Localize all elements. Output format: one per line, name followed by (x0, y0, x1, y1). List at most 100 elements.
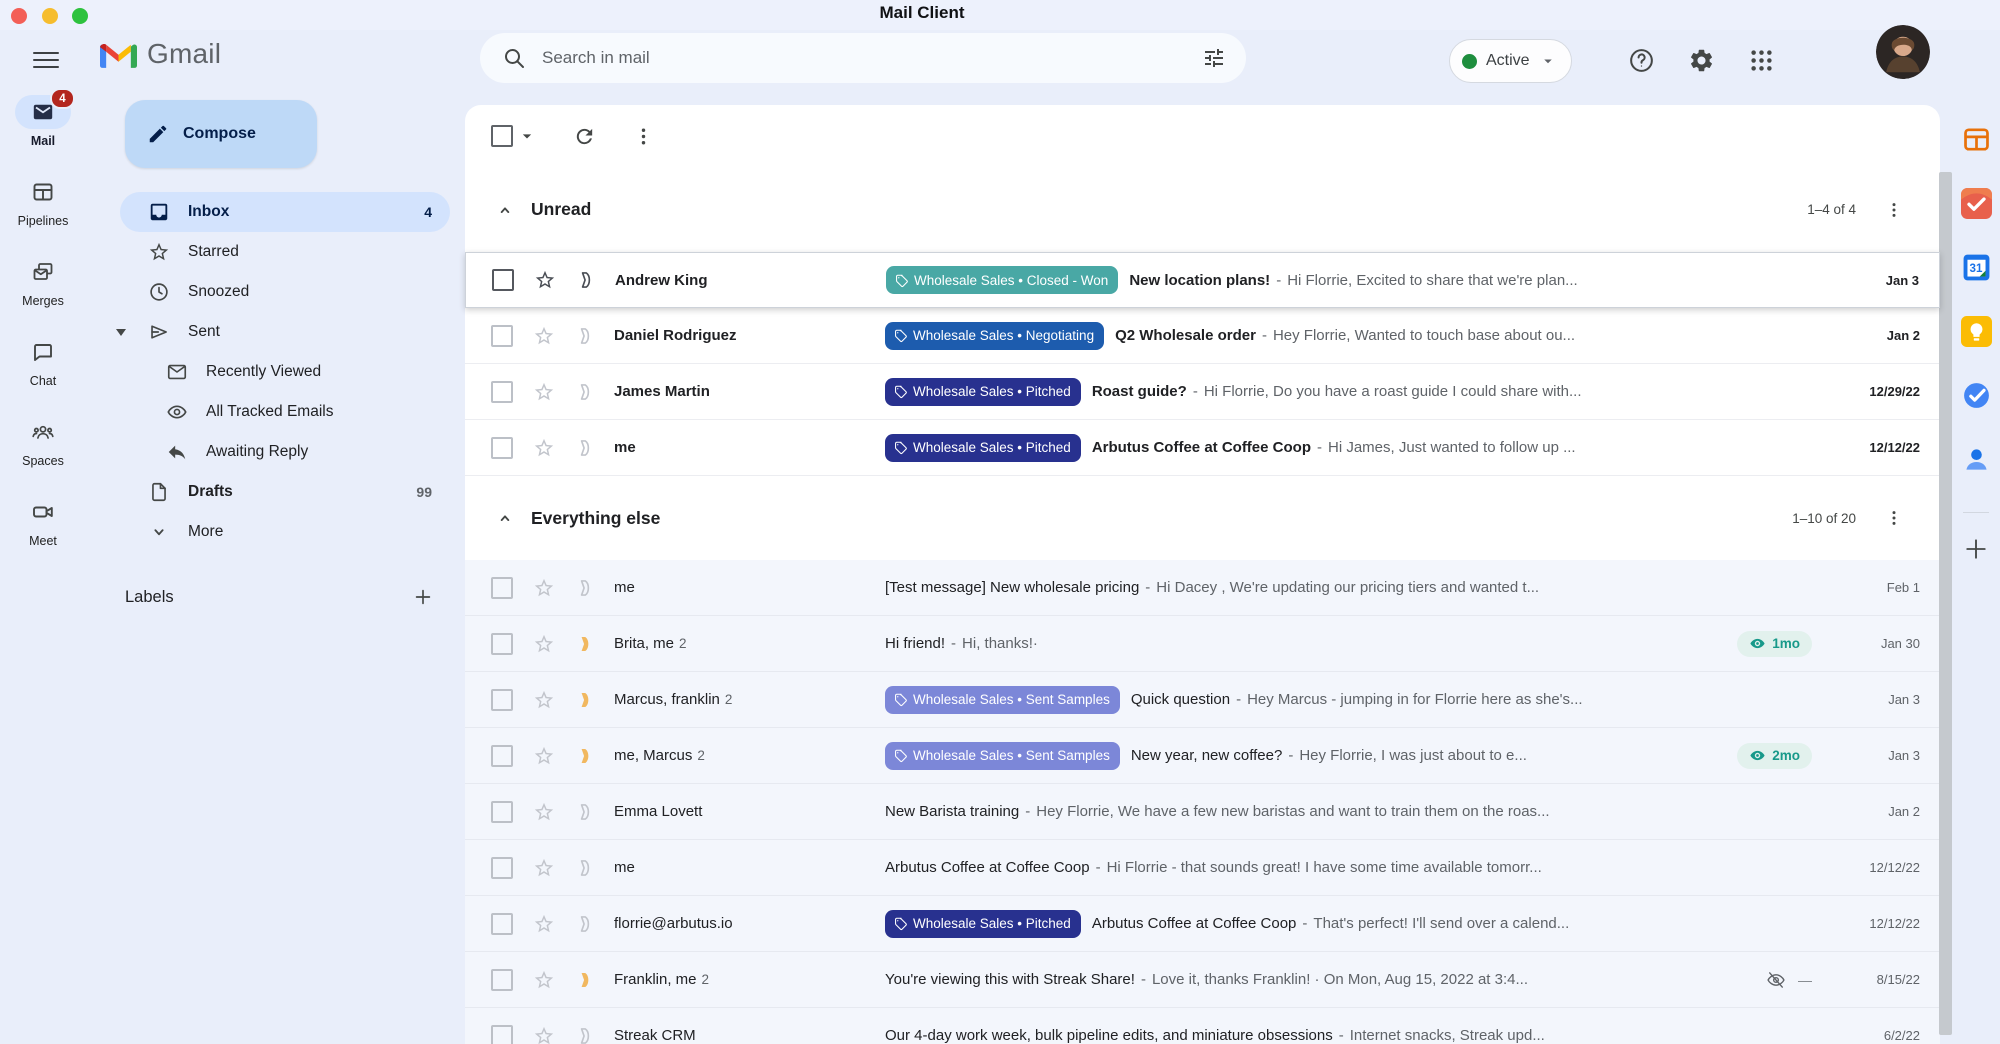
compose-button[interactable]: Compose (125, 100, 317, 168)
streak-box-icon[interactable] (575, 325, 597, 347)
add-label-icon[interactable] (412, 586, 434, 608)
row-checkbox[interactable] (491, 745, 513, 767)
streak-box-icon[interactable] (575, 801, 597, 823)
star-icon[interactable] (533, 745, 555, 767)
refresh-icon[interactable] (573, 125, 596, 148)
mail-row[interactable]: Andrew KingWholesale Sales • Closed - Wo… (465, 252, 1940, 308)
sidebar-item-snoozed[interactable]: Snoozed (120, 272, 450, 312)
streak-box-icon[interactable] (575, 381, 597, 403)
sidebar-item-sent[interactable]: Sent (120, 312, 450, 352)
row-checkbox[interactable] (491, 689, 513, 711)
star-icon[interactable] (533, 801, 555, 823)
account-avatar[interactable] (1876, 25, 1930, 79)
star-icon[interactable] (533, 437, 555, 459)
window-zoom-button[interactable] (72, 8, 88, 24)
mail-row[interactable]: meWholesale Sales • PitchedArbutus Coffe… (465, 420, 1940, 476)
select-all-checkbox[interactable] (491, 125, 513, 147)
pipeline-stage-label[interactable]: Wholesale Sales • Pitched (885, 378, 1081, 406)
star-icon[interactable] (533, 381, 555, 403)
streak-box-icon[interactable] (576, 269, 598, 291)
streak-box-icon[interactable] (575, 913, 597, 935)
star-icon[interactable] (533, 913, 555, 935)
row-checkbox[interactable] (491, 857, 513, 879)
row-checkbox[interactable] (491, 633, 513, 655)
streak-box-icon[interactable] (575, 437, 597, 459)
mail-row[interactable]: me, Marcus2Wholesale Sales • Sent Sample… (465, 728, 1940, 784)
settings-gear-icon[interactable] (1688, 47, 1715, 74)
mail-row[interactable]: Streak CRMOur 4-day work week, bulk pipe… (465, 1008, 1940, 1044)
mail-row[interactable]: Franklin, me2You're viewing this with St… (465, 952, 1940, 1008)
help-icon[interactable] (1628, 47, 1655, 74)
sidebar-item-all-tracked-emails[interactable]: All Tracked Emails (120, 392, 450, 432)
row-checkbox[interactable] (491, 577, 513, 599)
streak-box-icon[interactable] (575, 857, 597, 879)
collapse-section-icon[interactable] (495, 200, 515, 220)
mail-row[interactable]: Daniel RodriguezWholesale Sales • Negoti… (465, 308, 1940, 364)
star-icon[interactable] (533, 633, 555, 655)
section-more-icon[interactable] (1884, 508, 1904, 528)
streak-mail-check-icon[interactable] (1961, 188, 1992, 219)
more-options-icon[interactable] (632, 125, 655, 148)
row-checkbox[interactable] (491, 437, 513, 459)
sidebar-item-more[interactable]: More (120, 512, 450, 552)
pipeline-stage-label[interactable]: Wholesale Sales • Pitched (885, 434, 1081, 462)
rail-item-mail[interactable]: 4Mail (0, 95, 86, 148)
row-checkbox[interactable] (491, 969, 513, 991)
mail-row[interactable]: Marcus, franklin2Wholesale Sales • Sent … (465, 672, 1940, 728)
streak-box-icon[interactable] (575, 745, 597, 767)
sidebar-item-inbox[interactable]: Inbox4 (120, 192, 450, 232)
streak-box-icon[interactable] (575, 969, 597, 991)
mail-row[interactable]: James MartinWholesale Sales • PitchedRoa… (465, 364, 1940, 420)
row-checkbox[interactable] (491, 381, 513, 403)
rail-item-pipelines[interactable]: Pipelines (0, 175, 86, 228)
search-input[interactable] (540, 47, 1202, 69)
streak-box-icon[interactable] (575, 1025, 597, 1044)
streak-box-icon[interactable] (575, 689, 597, 711)
collapse-section-icon[interactable] (495, 508, 515, 528)
row-checkbox[interactable] (492, 269, 514, 291)
row-checkbox[interactable] (491, 325, 513, 347)
pipeline-stage-label[interactable]: Wholesale Sales • Pitched (885, 910, 1081, 938)
contacts-icon[interactable] (1961, 444, 1992, 475)
search-options-icon[interactable] (1202, 46, 1226, 70)
sidebar-item-awaiting-reply[interactable]: Awaiting Reply (120, 432, 450, 472)
streak-box-icon[interactable] (575, 633, 597, 655)
tasks-check-icon[interactable] (1961, 380, 1992, 411)
star-icon[interactable] (533, 969, 555, 991)
search-icon[interactable] (502, 46, 526, 70)
streak-box-icon[interactable] (575, 577, 597, 599)
mail-row[interactable]: me[Test message] New wholesale pricing-H… (465, 560, 1940, 616)
section-more-icon[interactable] (1884, 200, 1904, 220)
mail-row[interactable]: Emma LovettNew Barista training-Hey Flor… (465, 784, 1940, 840)
rail-item-chat[interactable]: Chat (0, 335, 86, 388)
rail-item-spaces[interactable]: Spaces (0, 415, 86, 468)
pipeline-stage-label[interactable]: Wholesale Sales • Closed - Won (886, 266, 1118, 294)
row-checkbox[interactable] (491, 913, 513, 935)
select-dropdown-icon[interactable] (517, 126, 537, 146)
mail-row[interactable]: Brita, me2Hi friend!-Hi, thanks!·1moJan … (465, 616, 1940, 672)
add-side-panel-icon[interactable] (1962, 535, 1990, 563)
row-checkbox[interactable] (491, 1025, 513, 1044)
expander-triangle-icon[interactable] (116, 329, 126, 336)
mail-row[interactable]: meArbutus Coffee at Coffee Coop-Hi Florr… (465, 840, 1940, 896)
scrollbar-thumb[interactable] (1939, 172, 1952, 1035)
calendar-icon[interactable]: 31 (1961, 252, 1992, 283)
star-icon[interactable] (533, 1025, 555, 1044)
star-icon[interactable] (533, 325, 555, 347)
star-icon[interactable] (533, 577, 555, 599)
star-icon[interactable] (533, 689, 555, 711)
star-icon[interactable] (533, 857, 555, 879)
pipeline-stage-label[interactable]: Wholesale Sales • Sent Samples (885, 686, 1120, 714)
pipeline-stage-label[interactable]: Wholesale Sales • Sent Samples (885, 742, 1120, 770)
apps-grid-icon[interactable] (1748, 47, 1775, 74)
streak-pipelines-icon[interactable] (1961, 124, 1992, 155)
keep-icon[interactable] (1961, 316, 1992, 347)
window-minimize-button[interactable] (42, 8, 58, 24)
sidebar-item-drafts[interactable]: Drafts99 (120, 472, 450, 512)
mail-row[interactable]: florrie@arbutus.ioWholesale Sales • Pitc… (465, 896, 1940, 952)
rail-item-meet[interactable]: Meet (0, 495, 86, 548)
sidebar-item-recently-viewed[interactable]: Recently Viewed (120, 352, 450, 392)
pipeline-stage-label[interactable]: Wholesale Sales • Negotiating (885, 322, 1104, 350)
rail-item-merges[interactable]: Merges (0, 255, 86, 308)
status-dropdown[interactable]: Active (1449, 39, 1572, 83)
